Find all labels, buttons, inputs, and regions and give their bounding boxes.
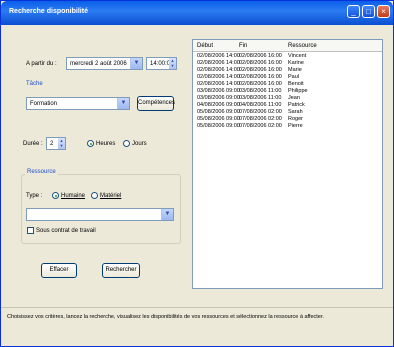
resource-cell: Karine — [288, 60, 304, 66]
resource-cell: Paul — [288, 74, 300, 80]
from-label: A partir du : — [26, 61, 57, 67]
time-spinner[interactable]: 14:00:00 ▲ ▼ — [146, 57, 177, 70]
resource-cell: Vincent — [288, 53, 307, 59]
date-picker[interactable]: mercredi 2 août 2006 ▼ — [66, 57, 143, 70]
end-cell: 07/08/2006 02:00 — [239, 123, 282, 129]
chevron-down-icon[interactable]: ▼ — [130, 58, 142, 69]
window: Recherche disponibilité _ □ × A partir d… — [0, 0, 394, 347]
start-cell: 02/08/2006 14:00 — [197, 67, 240, 73]
status-text: Choisissez vos critères, lancez la reche… — [7, 314, 324, 320]
skills-button[interactable]: Compétences — [137, 96, 175, 111]
task-section-label: Tâche — [26, 81, 43, 87]
resource-cell: Pierre — [288, 123, 303, 129]
resource-cell: Jean — [288, 95, 300, 101]
resource-select[interactable]: ▼ — [26, 208, 174, 221]
spinner-arrows-icon[interactable]: ▲ ▼ — [169, 58, 176, 69]
days-label: Jours — [132, 141, 147, 147]
resource-cell: Philippe — [288, 88, 308, 94]
minimize-button[interactable]: _ — [347, 5, 360, 18]
end-cell: 02/08/2006 16:00 — [239, 67, 282, 73]
start-cell: 02/08/2006 14:00 — [197, 60, 240, 66]
spinner-arrows-icon[interactable]: ▲ ▼ — [58, 138, 65, 149]
status-separator — [1, 307, 393, 308]
resource-section-label: Ressource — [25, 169, 58, 175]
results-header: Début Fin Ressource — [193, 40, 382, 52]
start-cell: 02/08/2006 14:00 — [197, 74, 240, 80]
end-cell: 07/08/2006 02:00 — [239, 116, 282, 122]
duration-spinner[interactable]: 2 ▲ ▼ — [46, 137, 66, 150]
end-cell: 03/08/2006 11:00 — [239, 88, 282, 94]
column-header-end[interactable]: Fin — [239, 43, 247, 49]
end-cell: 07/08/2006 02:00 — [239, 109, 282, 115]
end-cell: 02/08/2006 16:00 — [239, 74, 282, 80]
end-cell: 04/08/2006 11:00 — [239, 102, 282, 108]
chevron-down-icon[interactable]: ▼ — [161, 209, 173, 220]
end-cell: 02/08/2006 16:00 — [239, 60, 282, 66]
end-cell: 02/08/2006 16:00 — [239, 53, 282, 59]
hours-label: Heures — [96, 141, 116, 147]
hours-radio[interactable] — [87, 140, 94, 147]
duration-value: 2 — [50, 141, 54, 147]
resource-cell: Benoit — [288, 81, 304, 87]
close-button[interactable]: × — [377, 5, 390, 18]
human-radio[interactable] — [52, 192, 59, 199]
material-radio[interactable] — [91, 192, 98, 199]
human-label: Humaine — [61, 193, 86, 199]
resource-cell: Patrick — [288, 102, 305, 108]
task-value: Formation — [30, 101, 58, 107]
days-radio[interactable] — [123, 140, 130, 147]
date-value: mercredi 2 août 2006 — [70, 61, 127, 67]
start-cell: 02/08/2006 14:00 — [197, 53, 240, 59]
type-label: Type : — [26, 193, 43, 199]
resource-cell: Marie — [288, 67, 302, 73]
table-row[interactable]: 05/08/2006 09:00 07/08/2006 02:00 Pierre — [193, 123, 382, 131]
start-cell: 04/08/2006 09:00 — [197, 102, 240, 108]
search-button[interactable]: Rechercher — [102, 263, 140, 278]
task-select[interactable]: Formation ▼ — [26, 97, 130, 110]
column-header-start[interactable]: Début — [197, 43, 213, 49]
maximize-button[interactable]: □ — [362, 5, 375, 18]
start-cell: 05/08/2006 09:00 — [197, 109, 240, 115]
title-bar[interactable]: Recherche disponibilité _ □ × — [1, 1, 393, 25]
column-header-resource[interactable]: Ressource — [288, 43, 317, 49]
start-cell: 03/08/2006 09:00 — [197, 88, 240, 94]
start-cell: 05/08/2006 09:00 — [197, 123, 240, 129]
work-contract-checkbox[interactable] — [27, 227, 34, 234]
clear-button[interactable]: Effacer — [41, 263, 77, 278]
results-list[interactable]: Début Fin Ressource 02/08/2006 14:00 02/0… — [192, 39, 383, 289]
work-contract-label: Sous contrat de travail — [36, 228, 96, 234]
resource-cell: Roger — [288, 116, 303, 122]
window-title: Recherche disponibilité — [9, 8, 88, 15]
start-cell: 02/08/2006 14:00 — [197, 81, 240, 87]
chevron-down-icon[interactable]: ▼ — [117, 98, 129, 109]
end-cell: 03/08/2006 11:00 — [239, 95, 282, 101]
start-cell: 03/08/2006 09:00 — [197, 95, 240, 101]
material-label: Matériel — [100, 193, 122, 199]
resource-cell: Sarah — [288, 109, 303, 115]
duration-label: Durée : — [23, 141, 43, 147]
start-cell: 05/08/2006 09:00 — [197, 116, 240, 122]
end-cell: 02/08/2006 16:00 — [239, 81, 282, 87]
